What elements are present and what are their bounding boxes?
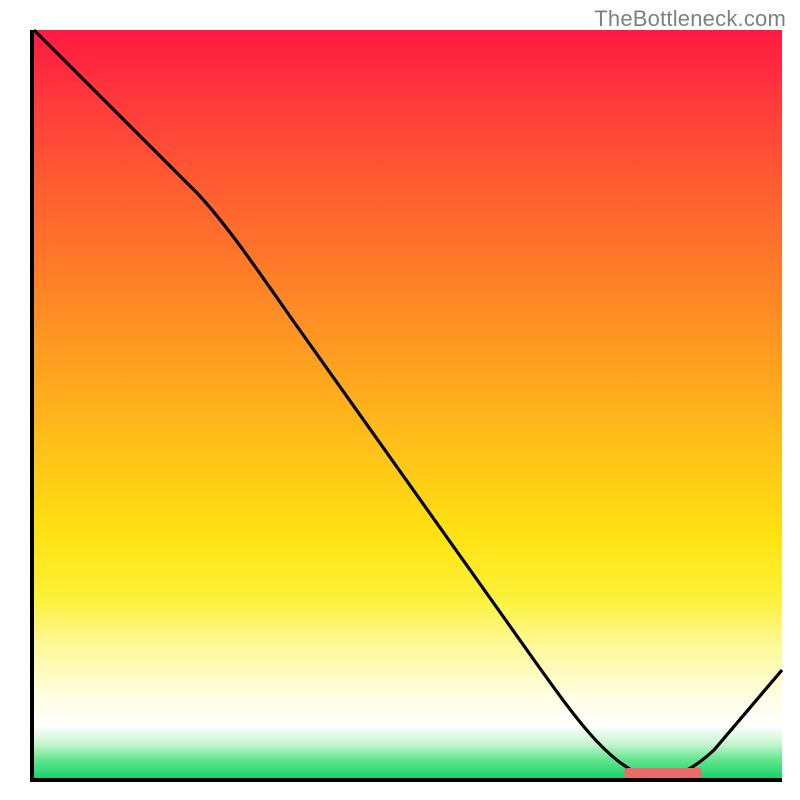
chart-axes bbox=[30, 30, 782, 782]
watermark-text: TheBottleneck.com bbox=[594, 6, 786, 32]
chart-container: TheBottleneck.com bbox=[0, 0, 800, 800]
